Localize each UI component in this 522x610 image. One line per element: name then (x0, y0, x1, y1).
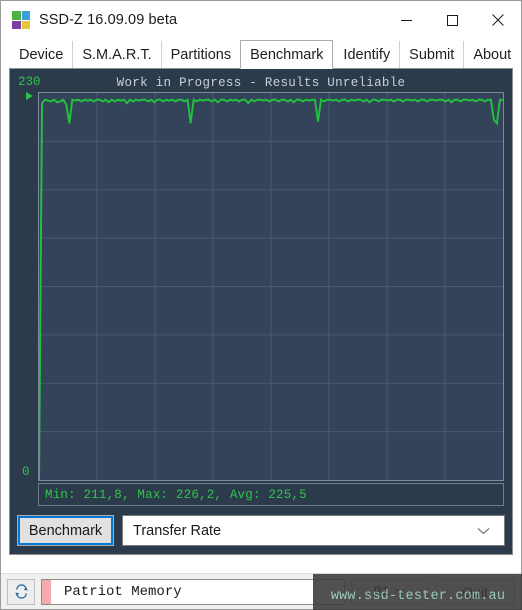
tab-smart[interactable]: S.M.A.R.T. (72, 41, 161, 68)
tab-benchmark[interactable]: Benchmark (240, 40, 334, 69)
tab-device[interactable]: Device (9, 41, 73, 68)
status-bar: Patriot Memory P1 Quit www.ssd-tester.co… (1, 573, 522, 610)
close-button[interactable] (475, 1, 521, 39)
plot-svg (39, 93, 503, 480)
chevron-down-icon (477, 523, 490, 539)
device-color-swatch (42, 579, 51, 604)
partition-value: P1 (373, 584, 390, 599)
minimize-button[interactable] (383, 1, 429, 39)
device-name-label: Patriot Memory (64, 583, 182, 600)
window-title: SSD-Z 16.09.09 beta (39, 12, 178, 28)
ssdz-window: SSD-Z 16.09.09 beta Device S.M.A.R.T. Pa… (0, 0, 522, 610)
chart-area: 230 Work in Progress - Results Unreliabl… (17, 75, 505, 506)
minimize-icon (400, 19, 412, 21)
y-axis-max-label: 230 (18, 75, 41, 89)
tab-label: Benchmark (250, 46, 324, 63)
title-bar: SSD-Z 16.09.09 beta (1, 1, 521, 39)
benchmark-mode-value: Transfer Rate (133, 522, 222, 539)
partition-select[interactable]: P1 (351, 578, 429, 605)
tab-about[interactable]: About (463, 41, 521, 68)
benchmark-stats: Min: 211,8, Max: 226,2, Avg: 225,5 (38, 483, 504, 506)
y-axis-min-label: 0 (22, 465, 30, 479)
benchmark-mode-select[interactable]: Transfer Rate (122, 515, 505, 546)
grid-lines (39, 93, 503, 480)
device-name-field[interactable]: Patriot Memory (41, 578, 345, 605)
tab-identify[interactable]: Identify (333, 41, 400, 68)
benchmark-controls: Benchmark Transfer Rate (17, 514, 505, 547)
playhead-marker-icon (26, 92, 33, 100)
tab-label: Submit (409, 46, 455, 63)
tab-strip: Device S.M.A.R.T. Partitions Benchmark I… (1, 39, 521, 69)
run-benchmark-button[interactable]: Benchmark (17, 515, 114, 546)
quit-button[interactable]: Quit (435, 578, 515, 605)
chart-warning-title: Work in Progress - Results Unreliable (116, 76, 406, 90)
tab-label: About (473, 46, 512, 63)
maximize-button[interactable] (429, 1, 475, 39)
maximize-icon (446, 14, 458, 26)
close-icon (492, 14, 504, 26)
benchmark-panel-wrap: 230 Work in Progress - Results Unreliabl… (1, 68, 521, 573)
tab-partitions[interactable]: Partitions (160, 41, 241, 68)
tab-label: S.M.A.R.T. (82, 46, 152, 63)
chevron-down-icon (395, 584, 406, 599)
window-controls (383, 1, 521, 39)
transfer-rate-plot[interactable] (38, 92, 504, 481)
tab-submit[interactable]: Submit (399, 41, 464, 68)
refresh-icon (14, 584, 28, 599)
ssdz-logo-icon (12, 11, 30, 29)
benchmark-panel: 230 Work in Progress - Results Unreliabl… (9, 68, 513, 555)
tab-label: Identify (343, 46, 391, 63)
tab-label: Partitions (170, 46, 232, 63)
refresh-button[interactable] (7, 578, 35, 605)
tab-label: Device (19, 46, 64, 63)
